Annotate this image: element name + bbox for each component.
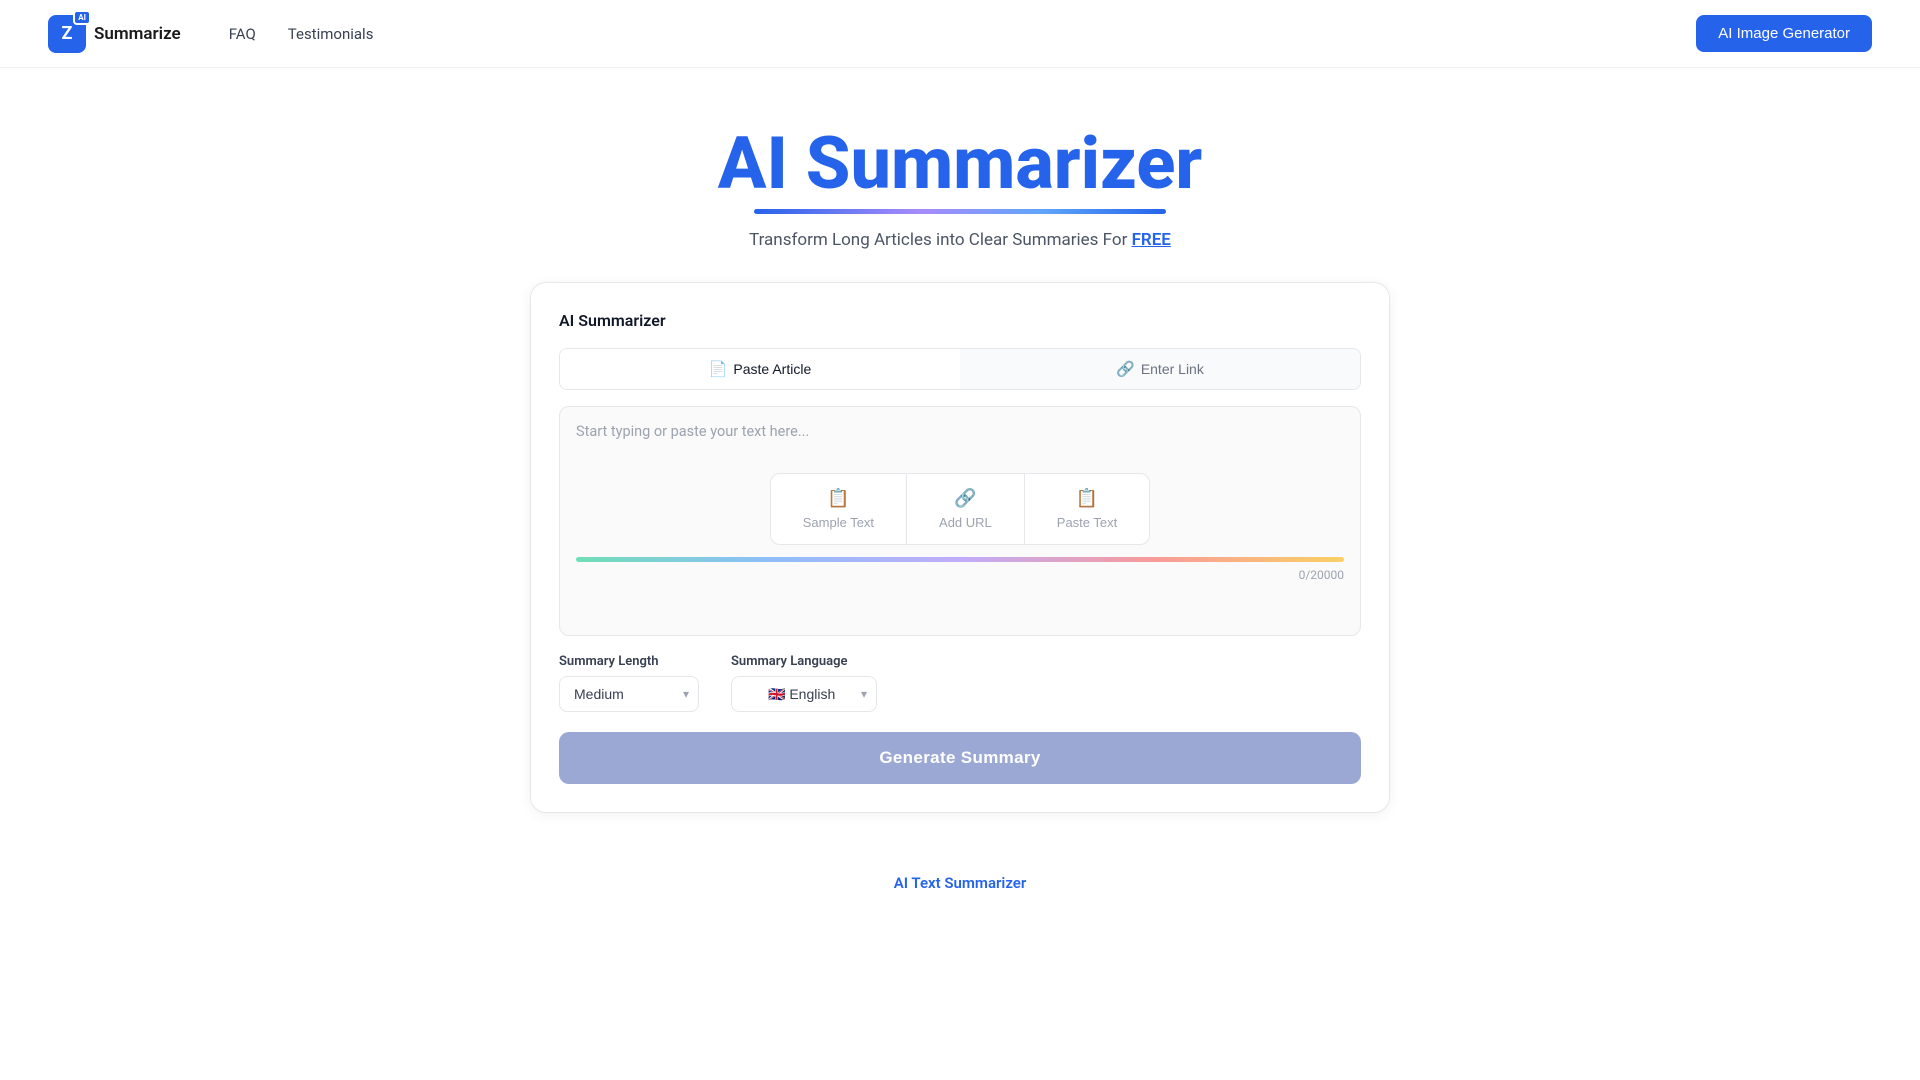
- tab-link-label: Enter Link: [1141, 361, 1204, 377]
- summary-length-select[interactable]: Short Medium Long: [559, 676, 699, 712]
- summary-length-group: Summary Length Short Medium Long ▾: [559, 654, 699, 712]
- hero-section: AI Summarizer Transform Long Articles in…: [0, 68, 1920, 282]
- sample-text-label: Sample Text: [803, 515, 874, 530]
- paste-text-label: Paste Text: [1057, 515, 1117, 530]
- char-count: 0/20000: [576, 568, 1344, 582]
- controls-row: Summary Length Short Medium Long ▾ Summa…: [559, 654, 1361, 712]
- nav-faq[interactable]: FAQ: [229, 25, 256, 43]
- quick-actions-group: 📋 Sample Text 🔗 Add URL 📋 Paste Text: [770, 473, 1151, 545]
- add-url-label: Add URL: [939, 515, 992, 530]
- paste-text-button[interactable]: 📋 Paste Text: [1025, 474, 1149, 544]
- ai-image-generator-button[interactable]: AI Image Generator: [1696, 15, 1872, 52]
- logo-icon: Z AI: [48, 15, 86, 53]
- card-heading: AI Summarizer: [559, 311, 1361, 330]
- text-input-area[interactable]: Start typing or paste your text here... …: [559, 406, 1361, 636]
- add-url-icon: 🔗: [954, 488, 976, 509]
- nav-links: FAQ Testimonials: [229, 25, 1697, 43]
- summary-language-select-wrapper: 🇬🇧 English 🇪🇸 Spanish 🇫🇷 French 🇩🇪 Germa…: [731, 676, 877, 712]
- sample-text-button[interactable]: 📋 Sample Text: [771, 474, 907, 544]
- nav-testimonials[interactable]: Testimonials: [288, 25, 374, 43]
- logo-badge: AI: [73, 10, 91, 25]
- rainbow-bar: [576, 557, 1344, 562]
- generate-summary-button[interactable]: Generate Summary: [559, 732, 1361, 784]
- tab-paste-article[interactable]: 📄 Paste Article: [560, 349, 960, 389]
- summary-language-label: Summary Language: [731, 654, 877, 669]
- summary-length-select-wrapper: Short Medium Long ▾: [559, 676, 699, 712]
- summary-language-group: Summary Language 🇬🇧 English 🇪🇸 Spanish 🇫…: [731, 654, 877, 712]
- summary-length-label: Summary Length: [559, 654, 699, 669]
- hero-underline: [754, 209, 1166, 214]
- hero-title: AI Summarizer: [718, 124, 1202, 203]
- hero-free-label: FREE: [1132, 230, 1171, 250]
- input-tabs: 📄 Paste Article 🔗 Enter Link: [559, 348, 1361, 390]
- logo-text: Summarize: [94, 24, 181, 44]
- link-icon: 🔗: [1116, 360, 1135, 378]
- summarizer-card: AI Summarizer 📄 Paste Article 🔗 Enter Li…: [530, 282, 1390, 813]
- navbar: Z AI Summarize FAQ Testimonials AI Image…: [0, 0, 1920, 68]
- tab-enter-link[interactable]: 🔗 Enter Link: [960, 349, 1360, 389]
- bottom-section: AI Text Summarizer: [0, 853, 1920, 892]
- logo[interactable]: Z AI Summarize: [48, 15, 181, 53]
- tab-paste-label: Paste Article: [733, 361, 811, 377]
- textarea-placeholder: Start typing or paste your text here...: [576, 423, 809, 440]
- hero-subtitle-text: Transform Long Articles into Clear Summa…: [749, 230, 1131, 250]
- sample-text-icon: 📋: [827, 488, 849, 509]
- hero-subtitle: Transform Long Articles into Clear Summa…: [0, 230, 1920, 250]
- paste-icon: 📄: [709, 360, 728, 378]
- bottom-link[interactable]: AI Text Summarizer: [894, 874, 1027, 892]
- paste-text-icon: 📋: [1076, 488, 1098, 509]
- add-url-button[interactable]: 🔗 Add URL: [907, 474, 1025, 544]
- summary-language-select[interactable]: 🇬🇧 English 🇪🇸 Spanish 🇫🇷 French 🇩🇪 Germa…: [731, 676, 877, 712]
- logo-letter: Z: [62, 23, 73, 44]
